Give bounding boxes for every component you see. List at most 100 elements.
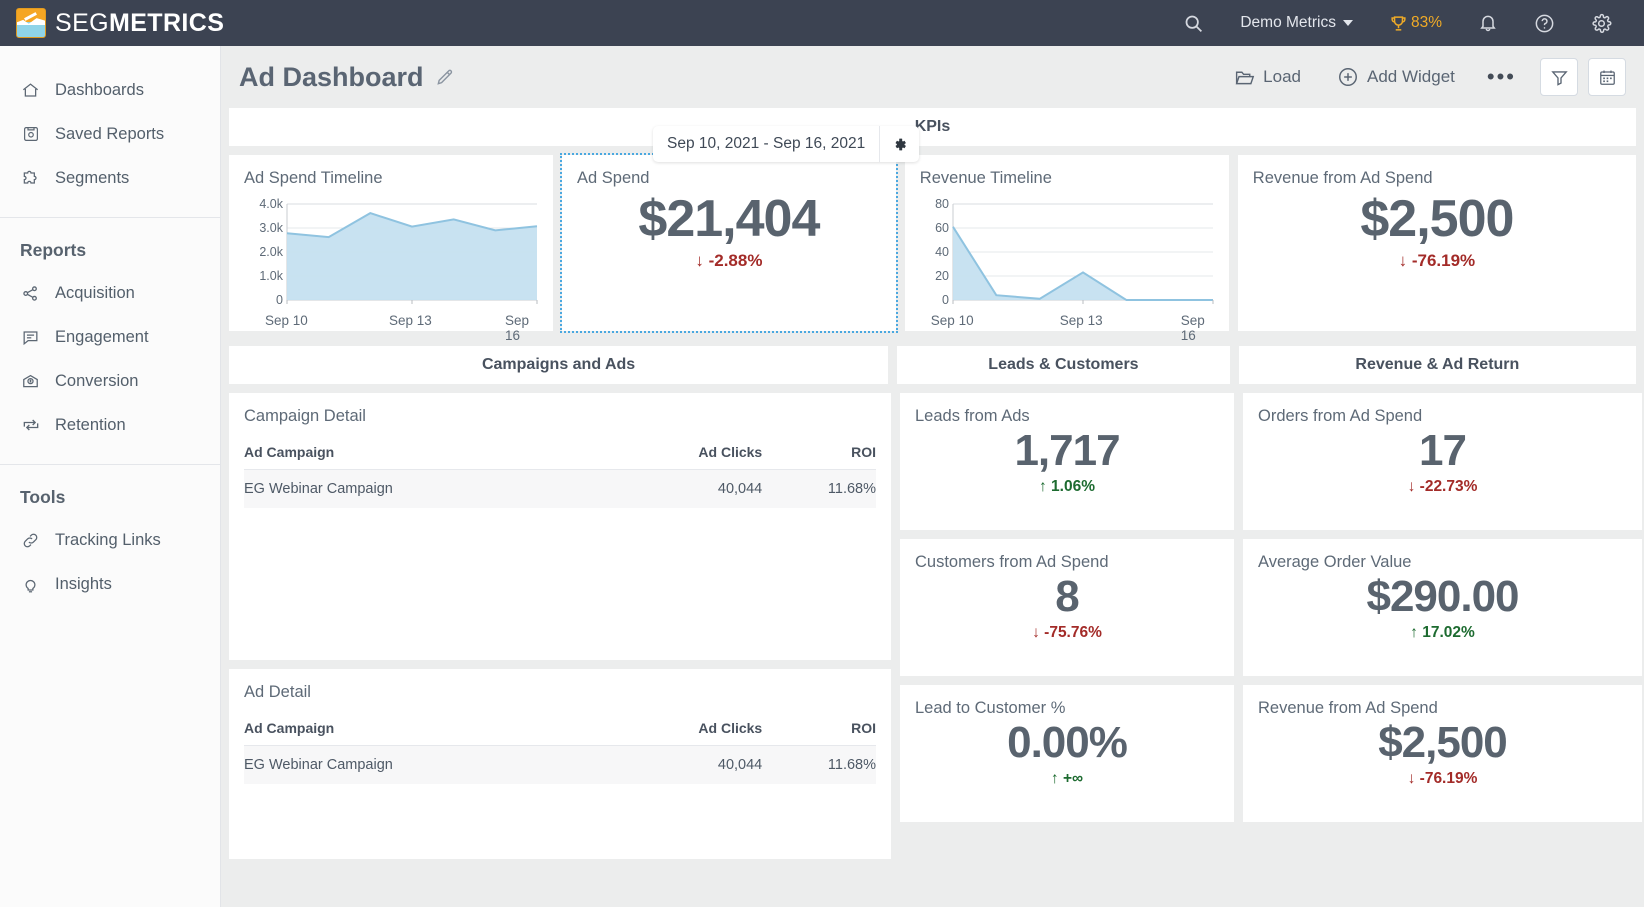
- sidebar-item-engagement[interactable]: Engagement: [0, 315, 220, 359]
- ad-spend-timeline-chart: 4.0k 3.0k 2.0k 1.0k 0 Sep 10 Sep 13 Sep …: [229, 188, 553, 343]
- column-header-roi[interactable]: ROI: [762, 710, 876, 746]
- brand-logo[interactable]: SEGMETRICS: [0, 8, 224, 38]
- sidebar-item-insights[interactable]: Insights: [0, 562, 220, 606]
- widget-title: Average Order Value: [1258, 553, 1412, 571]
- cell-roi: 11.68%: [762, 469, 876, 508]
- widget-title: Leads from Ads: [915, 407, 1030, 425]
- y-axis-ticks: 4.0k 3.0k 2.0k 1.0k 0: [259, 197, 283, 307]
- more-options-button[interactable]: •••: [1473, 66, 1530, 88]
- settings-button[interactable]: [1573, 0, 1630, 46]
- campaign-detail-table: Ad Campaign Ad Clicks ROI EG Webinar Cam…: [244, 434, 876, 508]
- widget-revenue-from-ad-spend-bottom[interactable]: Revenue from Ad Spend $2,500 ↓ -76.19%: [1243, 685, 1642, 822]
- sidebar-item-retention[interactable]: Retention: [0, 403, 220, 447]
- repeat-icon: [20, 415, 41, 435]
- widget-title: Revenue from Ad Spend: [1258, 699, 1438, 717]
- widget-title: Ad Detail: [244, 683, 311, 701]
- table-row[interactable]: EG Webinar Campaign 40,044 11.68%: [244, 469, 876, 508]
- delta-value: 17.02%: [1422, 624, 1475, 642]
- help-button[interactable]: [1516, 0, 1573, 46]
- widget-lead-to-customer-pct[interactable]: Lead to Customer % 0.00% ↑ +∞: [900, 685, 1234, 822]
- date-range-text: Sep 10, 2021 - Sep 16, 2021: [667, 135, 866, 152]
- search-icon: [1185, 15, 1203, 32]
- share-nodes-icon: [20, 284, 41, 303]
- delta-value: -76.19%: [1411, 250, 1476, 270]
- account-switcher[interactable]: Demo Metrics: [1222, 0, 1371, 46]
- kpi-row: Ad Spend Timeline 4.0k 3.0k 2.0k 1.0k 0 …: [229, 153, 1636, 343]
- widget-orders-from-ad-spend[interactable]: Orders from Ad Spend 17 ↓ -22.73%: [1243, 393, 1642, 530]
- sidebar-item-segments[interactable]: Segments: [0, 156, 220, 200]
- load-button[interactable]: Load: [1216, 58, 1319, 96]
- svg-text:20: 20: [935, 269, 949, 283]
- kpi-value: $290.00: [1366, 572, 1519, 621]
- sidebar-item-saved-reports[interactable]: Saved Reports: [0, 112, 220, 156]
- ad-detail-table: Ad Campaign Ad Clicks ROI EG Webinar Cam…: [244, 710, 876, 784]
- lightbulb-icon: [20, 575, 41, 594]
- x-tick: Sep 16: [505, 313, 530, 343]
- widget-title: Ad Spend Timeline: [244, 169, 383, 187]
- column-header-ad-clicks[interactable]: Ad Clicks: [623, 434, 763, 470]
- revenue-ad-return-column: Orders from Ad Spend 17 ↓ -22.73% Averag…: [1243, 393, 1642, 859]
- kpi-value: $2,500: [1378, 718, 1508, 767]
- column-header-ad-clicks[interactable]: Ad Clicks: [623, 710, 763, 746]
- widget-average-order-value[interactable]: Average Order Value $290.00 ↑ 17.02%: [1243, 539, 1642, 676]
- svg-text:0: 0: [276, 293, 283, 307]
- notifications-button[interactable]: [1460, 0, 1516, 46]
- widget-title: Campaign Detail: [244, 407, 366, 425]
- dashboard-toolbar: Load Add Widget •••: [1216, 58, 1626, 96]
- sidebar-item-tracking-links[interactable]: Tracking Links: [0, 518, 220, 562]
- plus-circle-icon: [1339, 68, 1357, 86]
- table-row[interactable]: EG Webinar Campaign 40,044 11.68%: [244, 745, 876, 784]
- svg-text:4.0k: 4.0k: [259, 197, 283, 211]
- column-header-ad-campaign[interactable]: Ad Campaign: [244, 710, 624, 746]
- svg-text:1.0k: 1.0k: [259, 269, 283, 283]
- progress-trophy[interactable]: 83%: [1371, 0, 1460, 46]
- filter-button[interactable]: [1540, 58, 1578, 96]
- widget-ad-detail[interactable]: Ad Detail Ad Campaign Ad Clicks ROI EG W…: [229, 669, 891, 859]
- y-axis-ticks: 80 60 40 20 0: [935, 197, 949, 307]
- date-range-button[interactable]: [1588, 58, 1626, 96]
- folder-open-icon: [1235, 71, 1255, 84]
- sidebar-heading-reports: Reports: [20, 240, 87, 260]
- cell-ad-clicks: 40,044: [623, 745, 763, 784]
- date-settings-button[interactable]: [879, 126, 919, 162]
- sidebar-item-acquisition[interactable]: Acquisition: [0, 271, 220, 315]
- delta-arrow-icon: ↓: [1032, 624, 1040, 642]
- date-range-selector[interactable]: Sep 10, 2021 - Sep 16, 2021: [653, 126, 920, 162]
- column-header-roi[interactable]: ROI: [762, 434, 876, 470]
- band-campaigns-and-ads: Campaigns and Ads: [229, 346, 889, 384]
- kpi-delta: ↓ -22.73%: [1243, 478, 1642, 496]
- sidebar-item-dashboards[interactable]: Dashboards: [0, 68, 220, 112]
- widget-customers-from-ad-spend[interactable]: Customers from Ad Spend 8 ↓ -75.76%: [900, 539, 1234, 676]
- svg-text:3.0k: 3.0k: [259, 221, 283, 235]
- widget-revenue-from-ad-spend[interactable]: Revenue from Ad Spend $2,500 ↓ -76.19%: [1237, 155, 1636, 331]
- delta-arrow-icon: ↑: [1050, 770, 1059, 788]
- cell-ad-clicks: 40,044: [623, 469, 763, 508]
- widget-ad-spend[interactable]: Ad Spend $21,404 ↓ -2.88%: [560, 153, 898, 333]
- kpis-band-row: KPIs: [229, 108, 1636, 146]
- home-icon: [20, 81, 41, 100]
- sidebar-label: Segments: [55, 168, 130, 187]
- x-axis-ticks: Sep 10 Sep 13 Sep 16: [241, 313, 541, 343]
- trophy-percent: 83%: [1410, 14, 1442, 31]
- brand-metrics: METRICS: [109, 8, 225, 37]
- kpi-delta: ↑ 1.06%: [900, 478, 1234, 496]
- column-header-ad-campaign[interactable]: Ad Campaign: [244, 434, 624, 470]
- sidebar-label: Saved Reports: [55, 124, 165, 143]
- x-tick: Sep 13: [1059, 313, 1103, 328]
- x-tick: Sep 10: [930, 313, 974, 328]
- sidebar-item-conversion[interactable]: Conversion: [0, 359, 220, 403]
- widget-leads-from-ads[interactable]: Leads from Ads 1,717 ↑ 1.06%: [900, 393, 1234, 530]
- kpi-delta: ↓ -2.88%: [562, 251, 896, 271]
- page-title: Ad Dashboard: [239, 61, 424, 92]
- account-name: Demo Metrics: [1240, 14, 1336, 31]
- widget-revenue-timeline[interactable]: Revenue Timeline 80 60 40 20 0 Sep 10 Se…: [904, 155, 1229, 343]
- widget-campaign-detail[interactable]: Campaign Detail Ad Campaign Ad Clicks RO…: [229, 393, 891, 660]
- cell-ad-campaign: EG Webinar Campaign: [244, 469, 624, 508]
- ad-detail-table-wrap: Ad Campaign Ad Clicks ROI EG Webinar Cam…: [229, 710, 891, 784]
- svg-text:0: 0: [942, 293, 949, 307]
- search-button[interactable]: [1165, 0, 1222, 46]
- widget-title: Revenue Timeline: [919, 169, 1052, 187]
- add-widget-button[interactable]: Add Widget: [1319, 58, 1473, 96]
- edit-title-button[interactable]: [435, 67, 455, 87]
- widget-ad-spend-timeline[interactable]: Ad Spend Timeline 4.0k 3.0k 2.0k 1.0k 0 …: [229, 155, 553, 343]
